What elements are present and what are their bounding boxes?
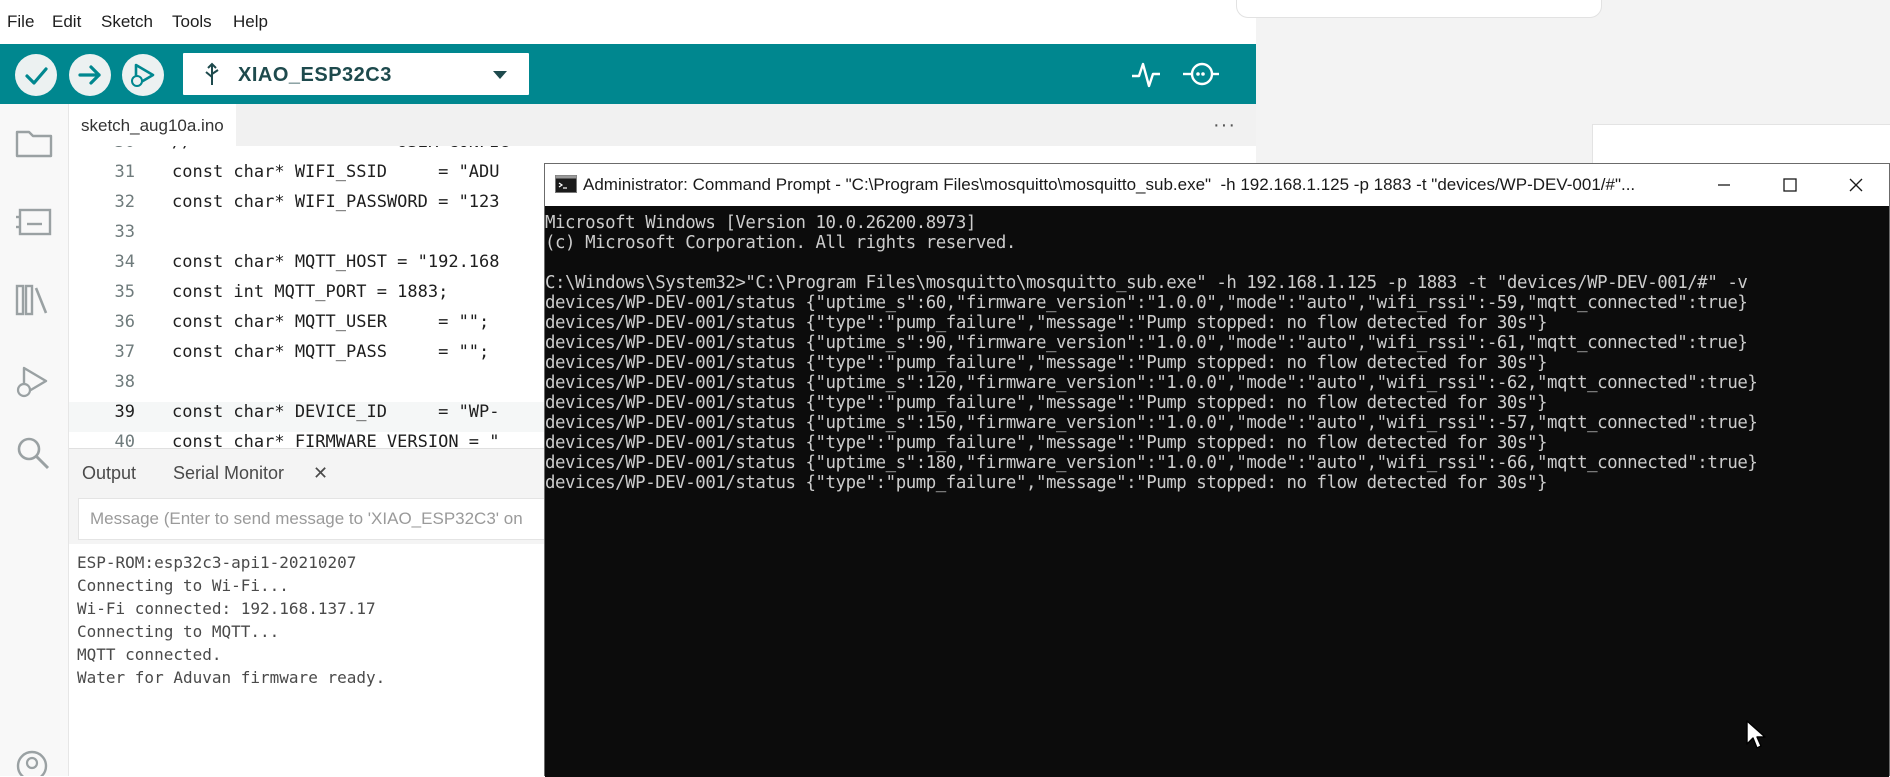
menu-edit[interactable]: Edit [52, 12, 81, 32]
board-manager-icon[interactable] [14, 202, 54, 240]
title-bar[interactable]: Administrator: Command Prompt - "C:\Prog… [545, 164, 1889, 206]
menu-bar: File Edit Sketch Tools Help [0, 0, 1256, 44]
debug-button[interactable] [122, 54, 164, 96]
console-line: devices/WP-DEV-001/status {"type":"pump_… [545, 473, 1548, 493]
line-number: 37 [114, 342, 135, 362]
maximize-button[interactable] [1757, 164, 1823, 206]
editor-tab-bar: sketch_aug10a.ino ··· [69, 104, 1256, 146]
command-prompt-window: Administrator: Command Prompt - "C:\Prog… [544, 163, 1890, 777]
upload-button[interactable] [69, 54, 111, 96]
toolbar: XIAO_ESP32C3 [0, 44, 1256, 104]
code-text: const char* MQTT_HOST = "192.168 [172, 252, 500, 272]
console-line: C:\Windows\System32>"C:\Program Files\mo… [545, 273, 1748, 293]
folder-icon[interactable] [14, 124, 54, 160]
code-text: const char* MQTT_USER = ""; [172, 312, 490, 332]
chevron-down-icon [493, 71, 507, 79]
console-line: devices/WP-DEV-001/status {"uptime_s":60… [545, 293, 1748, 313]
board-selector[interactable]: XIAO_ESP32C3 [183, 53, 529, 95]
line-number: 39 [114, 402, 135, 422]
console-line: Microsoft Windows [Version 10.0.26200.89… [545, 213, 976, 233]
library-icon[interactable] [14, 280, 54, 320]
usb-icon [205, 62, 219, 85]
code-text: const char* DEVICE_ID = "WP- [172, 402, 500, 422]
board-name: XIAO_ESP32C3 [238, 64, 392, 86]
serial-line: Water for Aduvan firmware ready. [77, 668, 386, 687]
code-line[interactable]: 30 // ================== USER CONFIG ====… [69, 146, 1256, 162]
menu-tools[interactable]: Tools [172, 12, 212, 32]
serial-line: ESP-ROM:esp32c3-api1-20210207 [77, 553, 357, 572]
minimize-icon [1718, 184, 1730, 186]
tab-output[interactable]: Output [82, 463, 136, 484]
close-button[interactable] [1823, 164, 1889, 206]
maximize-icon [1783, 178, 1797, 192]
serial-line: Connecting to MQTT... [77, 622, 280, 641]
minimize-button[interactable] [1691, 164, 1757, 206]
serial-monitor-icon[interactable] [1180, 58, 1220, 90]
menu-sketch[interactable]: Sketch [101, 12, 153, 32]
console-line: devices/WP-DEV-001/status {"uptime_s":12… [545, 373, 1758, 393]
console-line: devices/WP-DEV-001/status {"uptime_s":15… [545, 413, 1758, 433]
serial-line: Wi-Fi connected: 192.168.137.17 [77, 599, 376, 618]
code-text: const char* MQTT_PASS = ""; [172, 342, 490, 362]
serial-line: Connecting to Wi-Fi... [77, 576, 289, 595]
account-icon[interactable] [14, 744, 54, 776]
console-line: devices/WP-DEV-001/status {"uptime_s":18… [545, 453, 1758, 473]
cmd-icon [555, 175, 577, 193]
line-number: 34 [114, 252, 135, 272]
mouse-cursor-icon [1746, 720, 1766, 749]
background-panel [1236, 0, 1602, 18]
line-number: 31 [114, 162, 135, 182]
menu-help[interactable]: Help [233, 12, 268, 32]
line-number: 32 [114, 192, 135, 212]
serial-line: MQTT connected. [77, 645, 222, 664]
console-line: devices/WP-DEV-001/status {"uptime_s":90… [545, 333, 1748, 353]
verify-button[interactable] [15, 54, 57, 96]
line-number: 35 [114, 282, 135, 302]
activity-sidebar [0, 104, 69, 776]
line-number: 38 [114, 372, 135, 392]
console-line: devices/WP-DEV-001/status {"type":"pump_… [545, 433, 1548, 453]
debug-panel-icon[interactable] [14, 362, 54, 402]
console-line: devices/WP-DEV-001/status {"type":"pump_… [545, 393, 1548, 413]
arrow-right-icon [78, 65, 101, 85]
check-icon [25, 67, 48, 85]
code-text: // ================== USER CONFIG ======… [172, 146, 704, 152]
console-line: (c) Microsoft Corporation. All rights re… [545, 233, 1016, 253]
window-title: Administrator: Command Prompt - "C:\Prog… [583, 175, 1636, 194]
line-number: 40 [114, 432, 135, 448]
code-text: const char* FIRMWARE_VERSION = " [172, 432, 500, 448]
console-line: devices/WP-DEV-001/status {"type":"pump_… [545, 313, 1548, 333]
tab-sketch[interactable]: sketch_aug10a.ino [69, 104, 236, 146]
tab-label: sketch_aug10a.ino [81, 116, 224, 135]
close-icon [1849, 178, 1863, 192]
menu-file[interactable]: File [7, 12, 34, 32]
code-text: const int MQTT_PORT = 1883; [172, 282, 449, 302]
code-text: const char* WIFI_PASSWORD = "123 [172, 192, 500, 212]
line-number: 30 [89, 146, 135, 152]
tab-serial-monitor[interactable]: Serial Monitor [173, 463, 284, 484]
line-number: 36 [114, 312, 135, 332]
console-line: devices/WP-DEV-001/status {"type":"pump_… [545, 353, 1548, 373]
more-actions-icon[interactable]: ··· [1213, 114, 1236, 137]
debug-icon [131, 63, 155, 87]
serial-plotter-icon[interactable] [1130, 58, 1162, 90]
console-output[interactable]: Microsoft Windows [Version 10.0.26200.89… [545, 206, 1889, 777]
search-icon[interactable] [14, 434, 54, 474]
line-number: 33 [114, 222, 135, 242]
close-icon[interactable]: ✕ [313, 463, 328, 484]
code-text: const char* WIFI_SSID = "ADU [172, 162, 500, 182]
